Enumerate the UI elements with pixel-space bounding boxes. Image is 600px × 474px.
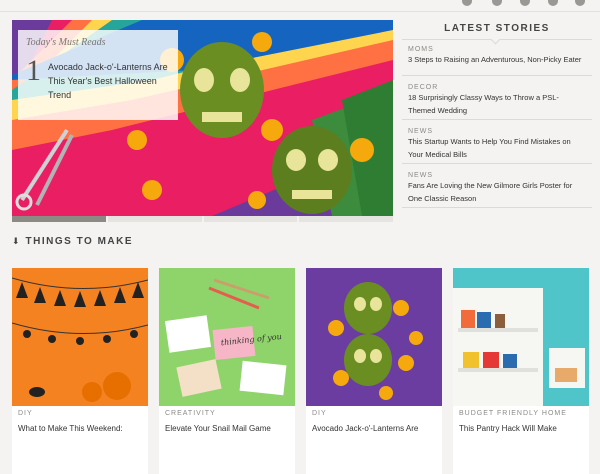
card-category: DIY <box>18 410 33 417</box>
story-title[interactable]: Fans Are Loving the New Gilmore Girls Po… <box>408 179 586 205</box>
pinterest-icon[interactable] <box>520 0 530 6</box>
hero-carousel[interactable]: Today's Must Reads 1 Avocado Jack-o'-Lan… <box>12 20 393 216</box>
carousel-segment[interactable] <box>299 216 393 222</box>
story-title[interactable]: 18 Surprisingly Classy Ways to Throw a P… <box>408 91 586 117</box>
story-item[interactable]: DECOR 18 Surprisingly Classy Ways to Thro… <box>402 76 592 120</box>
hero-kicker: Today's Must Reads <box>26 37 106 48</box>
card-category: CREATIVITY <box>165 410 216 417</box>
latest-stories-heading: LATEST STORIES <box>402 20 592 45</box>
things-to-make-cards: DIY What to Make This Weekend: thinking … <box>12 268 592 474</box>
card-category: BUDGET FRIENDLY HOME <box>459 410 567 417</box>
story-title[interactable]: 3 Steps to Raising an Adventurous, Non-P… <box>408 53 586 66</box>
latest-stories-title: LATEST STORIES <box>444 23 550 34</box>
avocado-skull <box>180 42 264 138</box>
card[interactable]: BUDGET FRIENDLY HOME This Pantry Hack Wi… <box>453 268 589 474</box>
carousel-progress[interactable] <box>12 216 393 222</box>
avocado-skull <box>272 126 352 214</box>
story-item[interactable]: NEWS Fans Are Loving the New Gilmore Girl… <box>402 164 592 208</box>
story-category: DECOR <box>408 84 439 91</box>
story-category: MOMS <box>408 46 434 53</box>
card[interactable]: thinking of you CREATIVITY Elevate Your … <box>159 268 295 474</box>
card-image <box>306 268 442 406</box>
card-image <box>453 268 589 406</box>
top-bar <box>0 0 600 12</box>
card[interactable]: DIY What to Make This Weekend: <box>12 268 148 474</box>
pin-icon: ⬇ <box>12 236 20 246</box>
carousel-segment[interactable] <box>107 216 202 222</box>
carousel-segment[interactable] <box>203 216 298 222</box>
card-title[interactable]: What to Make This Weekend: <box>18 423 144 435</box>
card-image: thinking of you <box>159 268 295 406</box>
story-item[interactable]: NEWS This Startup Wants to Help You Find … <box>402 120 592 164</box>
hero-caption[interactable]: Today's Must Reads 1 Avocado Jack-o'-Lan… <box>18 30 178 120</box>
search-icon[interactable] <box>575 0 585 6</box>
twitter-icon[interactable] <box>492 0 502 6</box>
card-category: DIY <box>312 410 327 417</box>
story-title[interactable]: This Startup Wants to Help You Find Mist… <box>408 135 586 161</box>
card-title[interactable]: This Pantry Hack Will Make <box>459 423 585 435</box>
facebook-icon[interactable] <box>462 0 472 6</box>
story-item[interactable]: MOMS 3 Steps to Raising an Adventurous, N… <box>402 40 592 76</box>
card-image <box>12 268 148 406</box>
carousel-segment[interactable] <box>12 216 106 222</box>
hero-number: 1 <box>26 54 41 87</box>
hero-title[interactable]: Avocado Jack-o'-Lanterns Are This Year's… <box>48 60 172 102</box>
card-title[interactable]: Avocado Jack-o'-Lanterns Are <box>312 423 438 435</box>
section-title: THINGS TO MAKE <box>25 236 134 247</box>
instagram-icon[interactable] <box>548 0 558 6</box>
story-category: NEWS <box>408 128 433 135</box>
latest-stories: LATEST STORIES MOMS 3 Steps to Raising an… <box>402 20 592 208</box>
card[interactable]: DIY Avocado Jack-o'-Lanterns Are <box>306 268 442 474</box>
story-category: NEWS <box>408 172 433 179</box>
things-to-make-header: ⬇ THINGS TO MAKE <box>12 236 133 247</box>
card-title[interactable]: Elevate Your Snail Mail Game <box>165 423 291 435</box>
